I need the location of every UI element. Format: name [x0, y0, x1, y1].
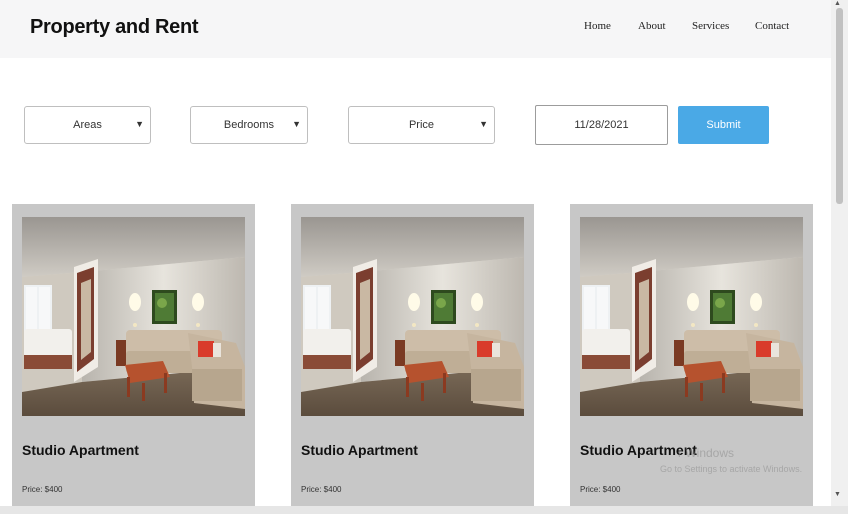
listing-photo[interactable]	[22, 217, 245, 416]
scroll-up-arrow-icon[interactable]: ▲	[834, 0, 841, 7]
nav-link-about[interactable]: About	[638, 20, 666, 32]
areas-select[interactable]: Areas ▼	[24, 106, 151, 144]
listing-price: Price: $400	[22, 485, 63, 494]
date-input[interactable]: 11/28/2021	[535, 105, 668, 145]
listing-photo[interactable]	[580, 217, 803, 416]
areas-select-value: Areas	[73, 119, 102, 131]
top-navbar: Property and Rent Home About Services Co…	[0, 0, 831, 58]
chevron-down-icon: ▼	[292, 119, 301, 129]
bedrooms-select[interactable]: Bedrooms ▼	[190, 106, 308, 144]
price-select-value: Price	[408, 119, 435, 131]
listing-card[interactable]: Studio Apartment Price: $400	[12, 204, 255, 514]
activation-watermark-title: r Windows	[678, 446, 735, 460]
chevron-down-icon: ▼	[135, 119, 144, 129]
horizontal-scrollbar[interactable]	[0, 506, 848, 514]
nav-link-contact[interactable]: Contact	[755, 20, 789, 32]
submit-button[interactable]: Submit	[678, 106, 769, 144]
price-select[interactable]: Price ▼	[348, 106, 495, 144]
listing-price: Price: $400	[580, 485, 621, 494]
listing-card[interactable]: Studio Apartment Price: $400	[291, 204, 534, 514]
scroll-down-arrow-icon[interactable]: ▼	[834, 491, 841, 498]
listing-photo[interactable]	[301, 217, 524, 416]
listing-title: Studio Apartment	[301, 442, 418, 458]
scrollbar-thumb[interactable]	[836, 8, 843, 204]
chevron-down-icon: ▼	[479, 119, 488, 129]
nav-link-services[interactable]: Services	[692, 20, 729, 32]
bedrooms-select-value: Bedrooms	[223, 119, 275, 131]
listing-title: Studio Apartment	[22, 442, 139, 458]
listing-price: Price: $400	[301, 485, 342, 494]
activation-watermark-text: Go to Settings to activate Windows.	[660, 464, 803, 474]
date-input-value: 11/28/2021	[574, 119, 629, 131]
brand-title[interactable]: Property and Rent	[30, 16, 199, 39]
nav-link-home[interactable]: Home	[584, 20, 611, 32]
vertical-scrollbar[interactable]: ▲ ▼	[831, 0, 848, 506]
